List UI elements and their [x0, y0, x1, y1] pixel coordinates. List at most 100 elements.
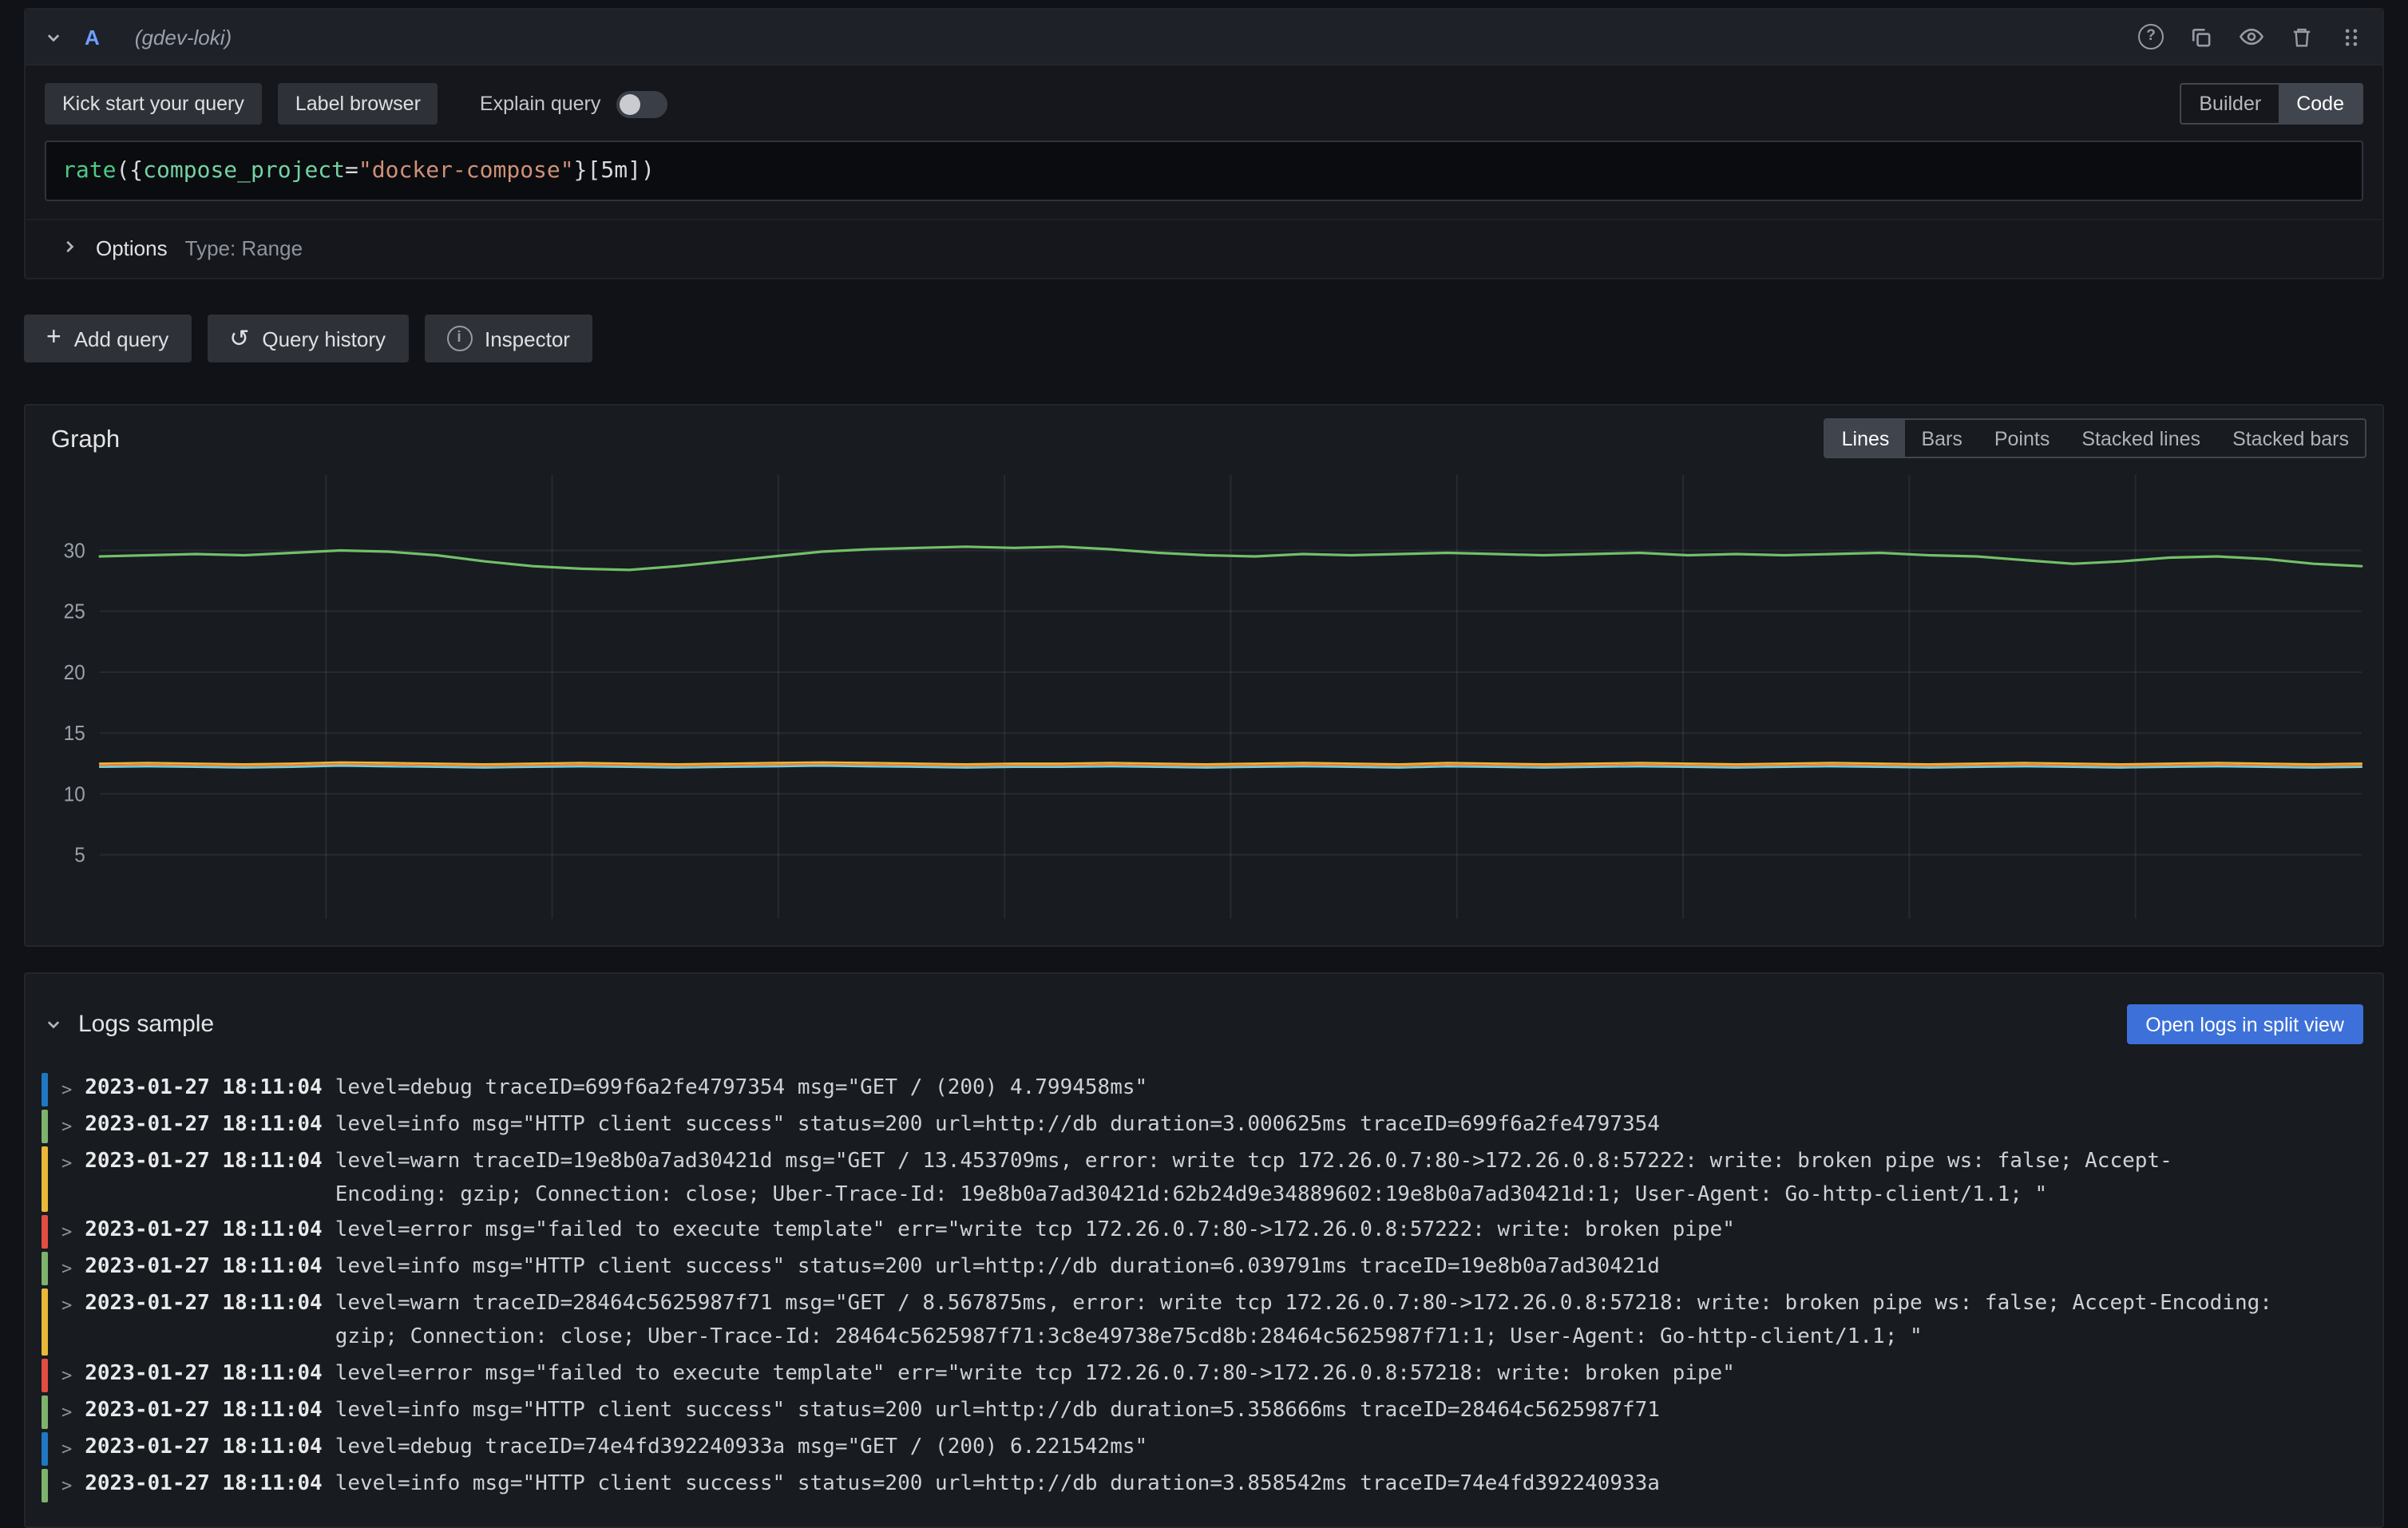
log-row[interactable]: >2023-01-27 18:11:04level=info msg="HTTP… [42, 1251, 2366, 1288]
chevron-down-icon[interactable] [45, 1016, 62, 1034]
svg-text:25: 25 [64, 600, 85, 623]
kick-start-query-button[interactable]: Kick start your query [45, 83, 262, 125]
chevron-down-icon[interactable] [45, 28, 62, 46]
log-row[interactable]: >2023-01-27 18:11:04level=info msg="HTTP… [42, 1467, 2366, 1504]
log-level-bar [42, 1469, 47, 1502]
log-message: level=info msg="HTTP client success" sta… [335, 1395, 2366, 1429]
log-row[interactable]: >2023-01-27 18:11:04 level=error msg="fai… [42, 1214, 2366, 1251]
help-icon: ? [2138, 24, 2164, 49]
explain-query-label: Explain query [480, 90, 668, 117]
query-editor-row: A (gdev-loki) ? [24, 8, 2384, 279]
log-timestamp: 2023-01-27 18:11:04 [85, 1110, 322, 1143]
log-level-bar [42, 1216, 47, 1249]
query-ref-id: A [85, 25, 100, 49]
graph-mode-bars[interactable]: Bars [1905, 420, 1978, 457]
add-query-label: Add query [74, 327, 169, 350]
log-message: level=info msg="HTTP client success" sta… [335, 1253, 2366, 1286]
toggle-knob [620, 93, 640, 114]
copy-icon [2189, 25, 2213, 49]
explain-query-toggle[interactable] [616, 90, 667, 117]
log-message: level=info msg="HTTP client success" sta… [335, 1110, 2366, 1143]
remove-query-button[interactable] [2290, 25, 2314, 49]
open-logs-split-button[interactable]: Open logs in split view [2126, 1005, 2363, 1045]
log-message: level=error msg="failed to execute templ… [335, 1359, 2366, 1392]
eye-icon [2239, 24, 2264, 49]
query-token-punct: = [345, 158, 358, 184]
query-token-label: compose_project [143, 158, 345, 184]
query-token-string: "docker-compose" [358, 158, 574, 184]
log-row[interactable]: >2023-01-27 18:11:04 level=info msg="HTTP… [42, 1108, 2366, 1145]
log-message: level=info msg="HTTP client success" sta… [335, 1469, 2366, 1502]
log-list: >2023-01-27 18:11:04 level=debug traceID=… [42, 1071, 2366, 1504]
log-level-bar [42, 1432, 47, 1466]
expand-log-icon[interactable]: > [61, 1289, 72, 1356]
time-series-chart[interactable]: 51015202530 [42, 465, 2366, 936]
expand-log-icon[interactable]: > [61, 1395, 72, 1429]
info-icon: i [446, 326, 472, 351]
log-timestamp: 2023-01-27 18:11:04 [85, 1073, 322, 1106]
expand-log-icon[interactable]: > [61, 1432, 72, 1466]
log-message: level=debug traceID=699f6a2fe4797354 msg… [335, 1073, 2366, 1106]
query-options-row[interactable]: Options Type: Range [26, 219, 2382, 278]
log-timestamp: 2023-01-27 18:11:04 [85, 1216, 322, 1249]
log-row[interactable]: >2023-01-27 18:11:04level=warn traceID=1… [42, 1145, 2366, 1214]
explain-query-text: Explain query [480, 93, 601, 115]
log-row[interactable]: >2023-01-27 18:11:04level=info msg="HTTP… [42, 1394, 2366, 1431]
svg-text:30: 30 [64, 540, 85, 563]
log-message: level=warn traceID=19e8b0a7ad30421d msg=… [335, 1146, 2366, 1213]
svg-text:5: 5 [74, 844, 85, 867]
datasource-name: (gdev-loki) [135, 25, 232, 49]
graph-mode-points[interactable]: Points [1978, 420, 2066, 457]
query-token-punct: ) [641, 158, 655, 184]
label-browser-button[interactable]: Label browser [278, 83, 438, 125]
svg-text:15: 15 [64, 722, 85, 746]
hide-query-button[interactable] [2239, 24, 2264, 49]
log-message: level=error msg="failed to execute templ… [335, 1216, 2366, 1249]
graph-panel: Graph Lines Bars Points Stacked lines St… [24, 404, 2384, 947]
logs-panel-header: Logs sample Open logs in split view [42, 984, 2366, 1071]
plus-icon: + [46, 325, 61, 350]
builder-mode-button[interactable]: Builder [2181, 85, 2279, 123]
query-expression[interactable]: rate({compose_project="docker-compose"}[… [45, 141, 2363, 201]
expand-log-icon[interactable]: > [61, 1146, 72, 1213]
inspector-button[interactable]: i Inspector [424, 315, 592, 362]
duplicate-query-button[interactable] [2189, 25, 2213, 49]
expand-log-icon[interactable]: > [61, 1110, 72, 1143]
explore-page: A (gdev-loki) ? [0, 0, 2408, 1528]
expand-log-icon[interactable]: > [61, 1469, 72, 1502]
query-row-header[interactable]: A (gdev-loki) ? [26, 10, 2382, 65]
graph-panel-header: Graph Lines Bars Points Stacked lines St… [42, 418, 2366, 458]
expand-log-icon[interactable]: > [61, 1253, 72, 1286]
grip-dots-icon [2339, 25, 2363, 49]
add-query-button[interactable]: + Add query [24, 315, 191, 362]
chevron-right-icon[interactable] [61, 236, 78, 260]
logs-panel-title: Logs sample [78, 1011, 214, 1039]
query-token-punct: } [574, 158, 588, 184]
code-mode-button[interactable]: Code [2279, 85, 2362, 123]
log-level-bar [42, 1073, 47, 1106]
query-token-func: rate [62, 158, 116, 184]
explore-actions: + Add query ↺ Query history i Inspector [24, 315, 2384, 362]
expand-log-icon[interactable]: > [61, 1216, 72, 1249]
query-token-punct: [5m] [588, 158, 641, 184]
log-level-bar [42, 1289, 47, 1356]
log-row[interactable]: >2023-01-27 18:11:04level=debug traceID=… [42, 1431, 2366, 1467]
drag-handle[interactable] [2339, 25, 2363, 49]
expand-log-icon[interactable]: > [61, 1073, 72, 1106]
log-timestamp: 2023-01-27 18:11:04 [85, 1359, 322, 1392]
log-timestamp: 2023-01-27 18:11:04 [85, 1432, 322, 1466]
log-row[interactable]: >2023-01-27 18:11:04 level=error msg="fai… [42, 1357, 2366, 1394]
expand-log-icon[interactable]: > [61, 1359, 72, 1392]
graph-mode-stacked-bars[interactable]: Stacked bars [2216, 420, 2365, 457]
log-level-bar [42, 1146, 47, 1213]
logs-sample-panel: Logs sample Open logs in split view >202… [24, 972, 2384, 1528]
query-help-button[interactable]: ? [2138, 24, 2164, 49]
graph-mode-lines[interactable]: Lines [1826, 420, 1906, 457]
log-row[interactable]: >2023-01-27 18:11:04level=warn traceID=2… [42, 1288, 2366, 1357]
inspector-label: Inspector [485, 327, 570, 350]
query-history-button[interactable]: ↺ Query history [207, 315, 408, 362]
log-row[interactable]: >2023-01-27 18:11:04 level=debug traceID=… [42, 1071, 2366, 1108]
options-label: Options [96, 236, 168, 260]
svg-text:20: 20 [64, 661, 85, 684]
graph-mode-stacked-lines[interactable]: Stacked lines [2065, 420, 2216, 457]
